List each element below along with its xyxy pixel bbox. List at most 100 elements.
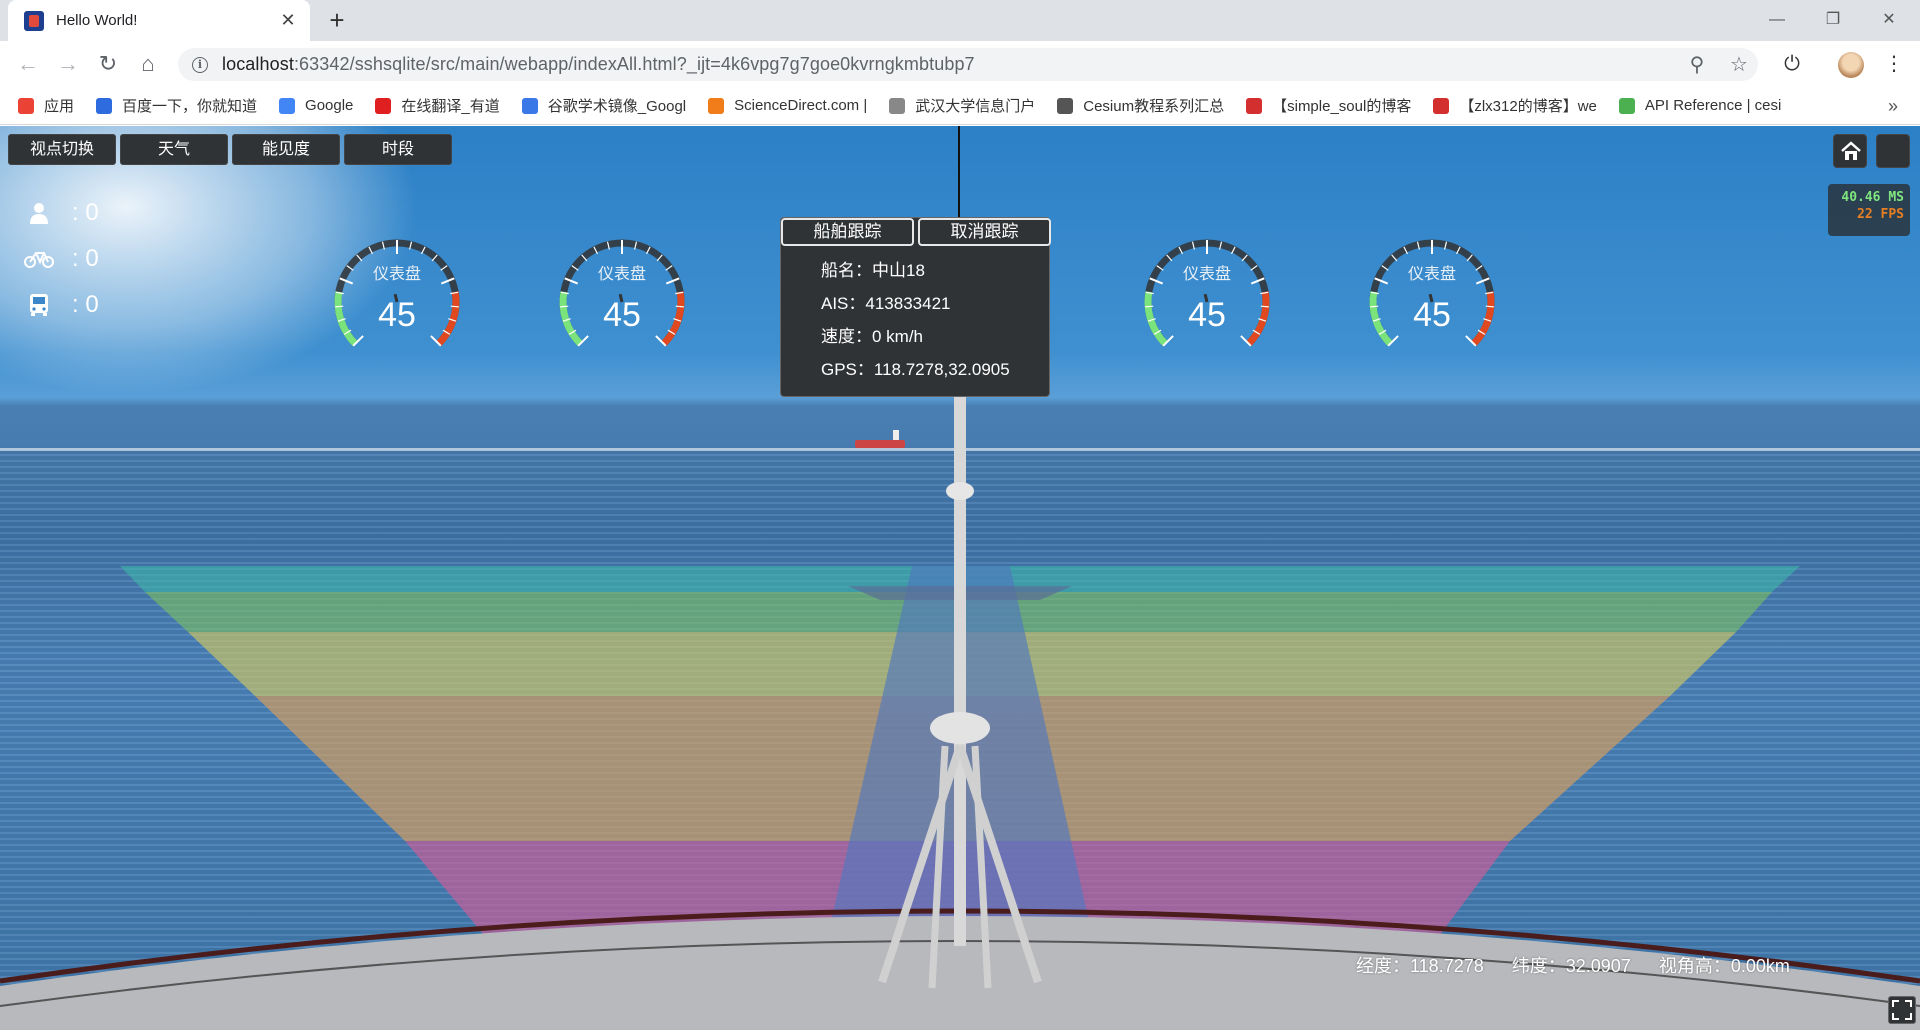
home-view-button[interactable] <box>1833 134 1867 168</box>
browser-toolbar: ← → ↻ ⌂ i localhost:63342/sshsqlite/src/… <box>0 41 1920 87</box>
bookmark-label: 【zlx312的博客】we <box>1459 98 1597 115</box>
bookmark-favicon-icon <box>1618 97 1635 114</box>
dashboard-gauge: 仪表盘 45 <box>324 234 470 354</box>
bookmark-favicon-icon <box>375 97 392 114</box>
ship-speed: 速度：0 km/h <box>821 327 924 346</box>
dashboard-gauge: 仪表盘 45 <box>1359 234 1505 354</box>
bookmark-favicon-icon <box>708 97 725 114</box>
fullscreen-icon <box>1892 1000 1912 1020</box>
ship-ais: AIS：413833421 <box>821 294 951 313</box>
bookmark-item[interactable]: 百度一下，你就知道 <box>96 95 257 116</box>
menu-kebab-icon[interactable]: ⋮ <box>1880 50 1908 78</box>
bookmark-favicon-icon <box>18 97 34 114</box>
bookmark-item[interactable]: Cesium教程系列汇总 <box>1057 95 1224 116</box>
coordinate-readout: 经度：118.7278 纬度：32.0907 视角高：0.00km <box>1356 952 1790 978</box>
track-ship-button[interactable]: 船舶跟踪 <box>781 218 914 246</box>
gauge-value: 45 <box>1188 296 1226 334</box>
mast-platform <box>930 712 990 744</box>
latitude: 纬度：32.0907 <box>1511 956 1631 976</box>
cesium-viewer[interactable]: 视点切换 天气 能见度 时段 40.46 MS 22 FPS : 0: 0: 0 仪表… <box>0 126 1920 1030</box>
time-period-button[interactable]: 时段 <box>344 134 452 165</box>
bookmark-item[interactable]: Google <box>279 97 353 114</box>
tab-close-icon[interactable]: ✕ <box>278 10 298 31</box>
gauge-title: 仪表盘 <box>372 266 421 283</box>
site-info-icon[interactable]: i <box>192 56 208 73</box>
counter-value: : 0 <box>72 291 99 318</box>
bookmark-star-icon[interactable]: ☆ <box>1726 52 1752 78</box>
counter-value: : 0 <box>72 245 99 272</box>
forward-button[interactable]: → <box>54 50 82 78</box>
bookmark-item[interactable]: API Reference | cesi <box>1618 97 1782 114</box>
intellij-favicon-icon <box>24 10 44 31</box>
ms-readout: 40.46 MS <box>1841 190 1904 205</box>
mast-light <box>946 482 974 500</box>
bookmark-label: 谷歌学术镜像_Googl <box>547 98 687 115</box>
bookmark-item[interactable]: 应用 <box>18 95 74 116</box>
bookmark-favicon-icon <box>521 97 538 114</box>
zoom-icon[interactable]: ⚲ <box>1684 52 1710 78</box>
weather-button[interactable]: 天气 <box>120 134 228 165</box>
gauge-value: 45 <box>603 296 641 334</box>
fps-readout: 22 FPS <box>1857 207 1904 222</box>
url-host: localhost <box>222 54 294 74</box>
bookmark-label: ScienceDirect.com | <box>734 97 868 114</box>
bookmark-label: 在线翻译_有道 <box>401 98 500 115</box>
ship-info-popup: 船舶跟踪 取消跟踪 船名：中山18 AIS：413833421 速度：0 km/… <box>780 217 1051 397</box>
close-window-button[interactable]: ✕ <box>1866 4 1912 36</box>
gauge-title: 仪表盘 <box>1407 266 1456 283</box>
restore-button[interactable]: ❐ <box>1810 4 1856 36</box>
new-tab-button[interactable]: + <box>322 6 352 36</box>
url-text: localhost:63342/sshsqlite/src/main/webap… <box>222 54 975 75</box>
bookmark-label: 百度一下，你就知道 <box>122 98 258 115</box>
bookmark-item[interactable]: 谷歌学术镜像_Googl <box>521 95 687 116</box>
extension-power-icon[interactable]: ⏻ <box>1778 50 1806 78</box>
visibility-button[interactable]: 能见度 <box>232 134 340 165</box>
scene-mode-button[interactable] <box>1876 134 1910 168</box>
profile-avatar[interactable] <box>1838 52 1864 78</box>
bookmark-item[interactable]: 在线翻译_有道 <box>375 95 500 116</box>
toolbar-buttons: 视点切换 天气 能见度 时段 <box>8 134 452 165</box>
bookmark-item[interactable]: ScienceDirect.com | <box>708 97 867 114</box>
counter-row: : 0 <box>24 236 99 282</box>
gauge-value: 45 <box>378 296 416 334</box>
bookmark-favicon-icon <box>889 97 906 114</box>
bookmark-favicon-icon <box>1433 97 1450 114</box>
minimize-button[interactable]: — <box>1754 4 1800 36</box>
address-bar[interactable]: i localhost:63342/sshsqlite/src/main/web… <box>178 48 1758 81</box>
view-height: 视角高：0.00km <box>1658 956 1790 976</box>
browser-tab[interactable]: Hello World! ✕ <box>8 0 310 41</box>
bookmark-favicon-icon <box>279 97 296 114</box>
bookmark-favicon-icon <box>1246 97 1263 114</box>
bicycle-icon <box>24 244 54 274</box>
dashboard-gauge: 仪表盘 45 <box>549 234 695 354</box>
back-button[interactable]: ← <box>14 50 42 78</box>
person-icon <box>24 198 54 228</box>
bus-icon <box>24 290 54 320</box>
mast-pole <box>954 346 966 946</box>
bookmark-label: API Reference | cesi <box>1644 97 1782 114</box>
cancel-track-button[interactable]: 取消跟踪 <box>918 218 1051 246</box>
ship-gps: GPS：118.7278,32.0905 <box>821 360 1010 379</box>
bookmark-favicon-icon <box>96 97 113 114</box>
bookmark-item[interactable]: 【zlx312的博客】we <box>1433 95 1597 116</box>
tab-strip: Hello World! ✕ + — ❐ ✕ <box>0 0 1920 41</box>
gauge-value: 45 <box>1413 296 1451 334</box>
dashboard-gauge: 仪表盘 45 <box>1134 234 1280 354</box>
bookmark-label: 应用 <box>44 98 75 115</box>
bookmark-item[interactable]: 武汉大学信息门户 <box>889 95 1035 116</box>
performance-display: 40.46 MS 22 FPS <box>1828 184 1910 236</box>
reload-button[interactable]: ↻ <box>94 50 122 78</box>
bookmark-label: 【simple_soul的博客 <box>1272 98 1412 115</box>
fullscreen-button[interactable] <box>1888 996 1916 1024</box>
home-icon[interactable]: ⌂ <box>134 50 162 78</box>
tab-title: Hello World! <box>56 12 138 29</box>
bookmark-item[interactable]: 【simple_soul的博客 <box>1246 95 1411 116</box>
bookmark-label: 武汉大学信息门户 <box>915 98 1036 115</box>
bookmark-favicon-icon <box>1057 97 1074 114</box>
traffic-counters: : 0: 0: 0 <box>24 190 99 328</box>
longitude: 经度：118.7278 <box>1356 956 1484 976</box>
bookmarks-overflow-button[interactable]: » <box>1888 96 1898 117</box>
ship-name: 船名：中山18 <box>821 261 925 280</box>
viewpoint-switch-button[interactable]: 视点切换 <box>8 134 116 165</box>
gauge-title: 仪表盘 <box>1182 266 1231 283</box>
